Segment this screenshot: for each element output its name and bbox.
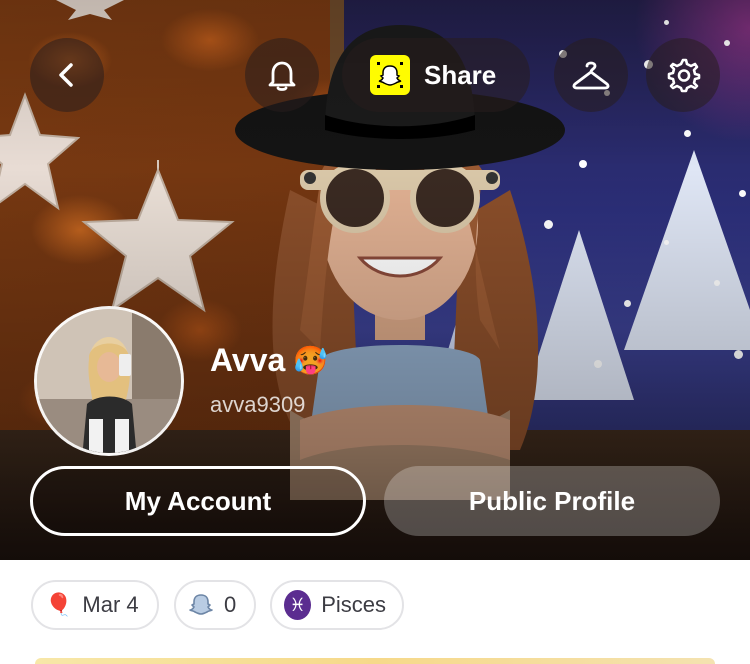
public-profile-button[interactable]: Public Profile (384, 466, 720, 536)
wardrobe-button[interactable] (554, 38, 628, 112)
share-button[interactable]: Share (342, 38, 530, 112)
profile-photo-image (37, 309, 181, 453)
notifications-button[interactable] (245, 38, 319, 112)
hot-face-emoji-icon: 🥵 (293, 345, 329, 376)
back-icon (59, 63, 73, 87)
share-label: Share (424, 59, 497, 90)
next-card-edge (35, 658, 715, 664)
settings-button[interactable] (646, 38, 720, 112)
balloon-icon: 🎈 (45, 592, 73, 617)
friends-count-chip[interactable]: 0 (174, 580, 256, 630)
zodiac-chip[interactable]: ♓ Pisces (270, 580, 404, 630)
back-button[interactable] (30, 38, 104, 112)
display-name-text: Avva (210, 342, 286, 378)
snapcode-icon (370, 55, 410, 95)
pisces-icon: ♓ (284, 590, 312, 620)
hanger-icon (572, 61, 610, 90)
my-account-button[interactable]: My Account (30, 466, 366, 536)
zodiac-label: Pisces (321, 592, 386, 617)
gear-icon (667, 58, 701, 93)
username: avva9309 (210, 392, 306, 417)
display-name: Avva 🥵 (210, 342, 328, 379)
bell-icon (268, 61, 296, 91)
friends-count-label: 0 (224, 592, 237, 617)
ghost-icon (189, 594, 213, 615)
birthday-chip[interactable]: 🎈 Mar 4 (31, 580, 159, 630)
profile-photo-avatar[interactable] (34, 306, 184, 456)
birthday-label: Mar 4 (82, 592, 139, 617)
